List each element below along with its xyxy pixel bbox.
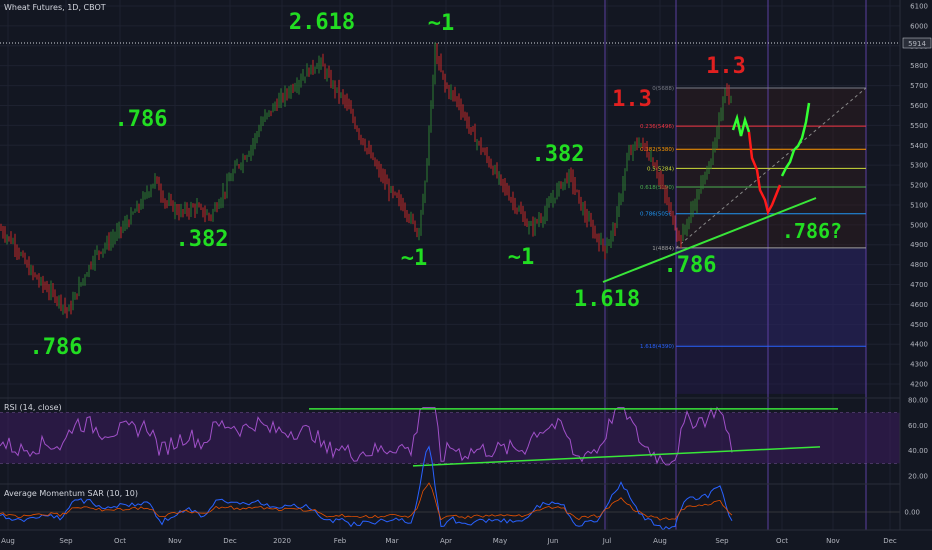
rsi-tick-label: 40.00 [908, 447, 928, 455]
fib-level-label: 1(4884) [652, 246, 674, 252]
time-tick-label: Feb [334, 537, 347, 545]
sar-title[interactable]: Average Momentum SAR (10, 10) [4, 489, 138, 498]
price-tick-label: 4400 [910, 341, 928, 349]
fib-level-label: 0.786(5056) [640, 212, 674, 218]
rsi-tick-label: 80.00 [908, 397, 928, 405]
time-axis-bg [0, 530, 932, 550]
time-tick-label: 2020 [273, 537, 291, 545]
price-tick-label: 5500 [910, 122, 928, 130]
price-tick-label: 5000 [910, 221, 928, 229]
price-tick-label: 4700 [910, 281, 928, 289]
price-tick-label: 4300 [910, 361, 928, 369]
time-tick-label: Mar [385, 537, 398, 545]
time-tick-label: Oct [114, 537, 126, 545]
price-tick-label: 5300 [910, 162, 928, 170]
annotation-label: .786 [115, 107, 168, 132]
fib-level-label: 0.618(5190) [640, 185, 674, 191]
fib-level-label: 0.236(5496) [640, 124, 674, 130]
time-tick-label: Dec [883, 537, 897, 545]
price-tick-label: 5600 [910, 102, 928, 110]
fib-level-label: 0(5688) [652, 86, 674, 92]
chart-root: 0(5688) 0.236(5496) 0.382(5380) 0.5(5284) 0.… [0, 0, 932, 550]
symbol-title[interactable]: Wheat Futures, 1D, CBOT [4, 3, 106, 12]
time-tick-label: Nov [168, 537, 182, 545]
time-tick-label: Aug [653, 537, 667, 545]
price-tick-label: 5800 [910, 62, 928, 70]
price-tick-label: 6100 [910, 3, 928, 11]
time-tick-label: Aug [1, 537, 15, 545]
price-tick-label: 4600 [910, 301, 928, 309]
annotation-label: 1.618 [574, 287, 640, 312]
annotation-label: ~1 [401, 246, 428, 271]
annotation-label: .382 [176, 227, 229, 252]
time-tick-label: Apr [440, 537, 452, 545]
time-tick-label: May [493, 537, 507, 545]
fib-level-label: 1.618(4390) [640, 344, 674, 350]
annotation-label: ~1 [428, 11, 455, 36]
time-tick-label: Dec [223, 537, 237, 545]
rsi-tick-label: 60.00 [908, 422, 928, 430]
time-tick-label: Jul [602, 537, 612, 545]
current-price-label: 5914 [908, 40, 926, 48]
price-tick-label: 6000 [910, 22, 928, 30]
price-tick-label: 4900 [910, 241, 928, 249]
annotation-label: 1.3 [612, 87, 652, 112]
annotation-label: 1.3 [706, 54, 746, 79]
time-tick-label: Oct [776, 537, 788, 545]
time-tick-label: Sep [715, 537, 729, 545]
time-tick-label: Sep [59, 537, 73, 545]
price-tick-label: 4500 [910, 321, 928, 329]
annotation-label: .786 [664, 253, 717, 278]
time-tick-label: Jun [547, 537, 559, 545]
rsi-title[interactable]: RSI (14, close) [4, 403, 62, 412]
annotation-label: .786 [30, 335, 83, 360]
rsi-tick-label: 20.00 [908, 473, 928, 481]
price-tick-label: 5100 [910, 201, 928, 209]
price-tick-label: 4800 [910, 261, 928, 269]
price-tick-label: 5200 [910, 182, 928, 190]
time-tick-label: Nov [826, 537, 840, 545]
rsi-band [0, 412, 900, 464]
chart-canvas[interactable]: 0(5688)0.236(5496)0.382(5380)0.5(5284)0.… [0, 0, 932, 550]
price-tick-label: 5400 [910, 142, 928, 150]
annotation-label: .382 [532, 142, 585, 167]
annotation-label: ~1 [508, 245, 535, 270]
price-tick-label: 5700 [910, 82, 928, 90]
price-tick-label: 4200 [910, 381, 928, 389]
fib-level-label: 0.5(5284) [647, 166, 674, 172]
sar-tick-label: 0.00 [904, 509, 920, 517]
annotation-label: 2.618 [289, 10, 355, 35]
annotation-label: .786? [782, 219, 842, 243]
